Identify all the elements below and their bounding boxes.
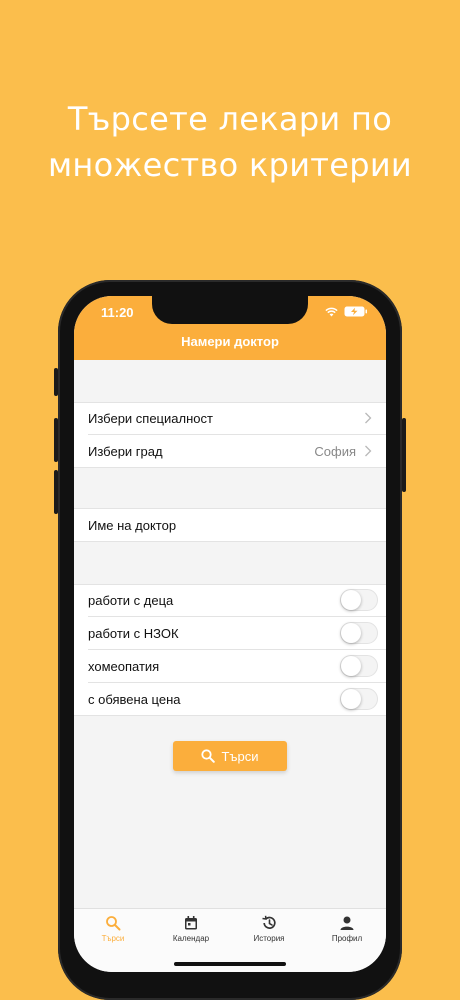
headline: Търсете лекари по множество критерии [0,96,460,188]
row-divider-top [74,508,386,509]
headline-line-2: множество критерии [47,146,413,184]
homeopathy-toggle[interactable] [340,655,378,677]
tab-profile[interactable]: Профил [308,915,386,943]
specialty-row[interactable]: Избери специалност [74,402,386,435]
history-icon [262,915,276,929]
nav-bar: Намери доктор [74,324,386,360]
city-value: София [314,444,356,459]
price-toggle[interactable] [340,688,378,710]
tab-search[interactable]: Търси [74,915,152,943]
phone-volume-down [54,470,58,514]
tab-label: Търси [101,934,125,943]
toggle-label: с обявена цена [88,692,181,707]
wifi-icon [325,307,338,316]
city-row[interactable]: Избери град София [74,435,386,468]
phone-side-button [54,368,58,396]
page-title: Намери доктор [181,334,279,349]
row-divider-top [74,402,386,403]
tab-label: История [253,934,285,943]
profile-icon [340,916,354,930]
toggle-knob [341,656,361,676]
toggle-label: работи с НЗОК [88,626,179,641]
row-divider [74,715,386,716]
toggle-row-price: с обявена цена [74,683,386,716]
toggle-knob [341,623,361,643]
headline-line-1: Търсете лекари по [67,100,393,138]
tab-label: Профил [331,934,363,943]
toggle-row-children: работи с деца [74,584,386,617]
toggle-row-homeopathy: хомеопатия [74,650,386,683]
specialty-label: Избери специалност [88,411,213,426]
row-divider [74,541,386,542]
tab-history[interactable]: История [230,915,308,943]
search-button-label: Търси [221,748,259,764]
chevron-right-icon [365,445,372,457]
battery-charging-icon [344,306,367,317]
toggle-label: хомеопатия [88,659,160,674]
toggle-knob [341,590,361,610]
row-divider-top [74,584,386,585]
search-button[interactable]: Търси [173,741,287,771]
status-icons [325,306,368,317]
search-icon [201,749,216,763]
city-label: Избери град [88,444,163,459]
tab-label: Календар [172,934,210,943]
toggle-knob [341,689,361,709]
calendar-icon [185,916,197,930]
phone-screen: 11:20 Намери доктор Избери специалност И… [74,296,386,972]
children-toggle[interactable] [340,589,378,611]
doctor-name-input[interactable]: Име на доктор [74,508,386,542]
nzok-toggle[interactable] [340,622,378,644]
chevron-right-icon [365,412,372,424]
toggle-label: работи с деца [88,593,174,608]
tab-calendar[interactable]: Календар [152,915,230,943]
phone-volume-up [54,418,58,462]
toggle-row-nzok: работи с НЗОК [74,617,386,650]
search-icon [106,916,121,931]
home-indicator [174,962,286,966]
row-divider [74,467,386,468]
phone-notch [152,296,308,324]
phone-power-button [402,418,406,492]
status-time: 11:20 [101,305,134,320]
doctor-name-label: Име на доктор [88,517,177,533]
